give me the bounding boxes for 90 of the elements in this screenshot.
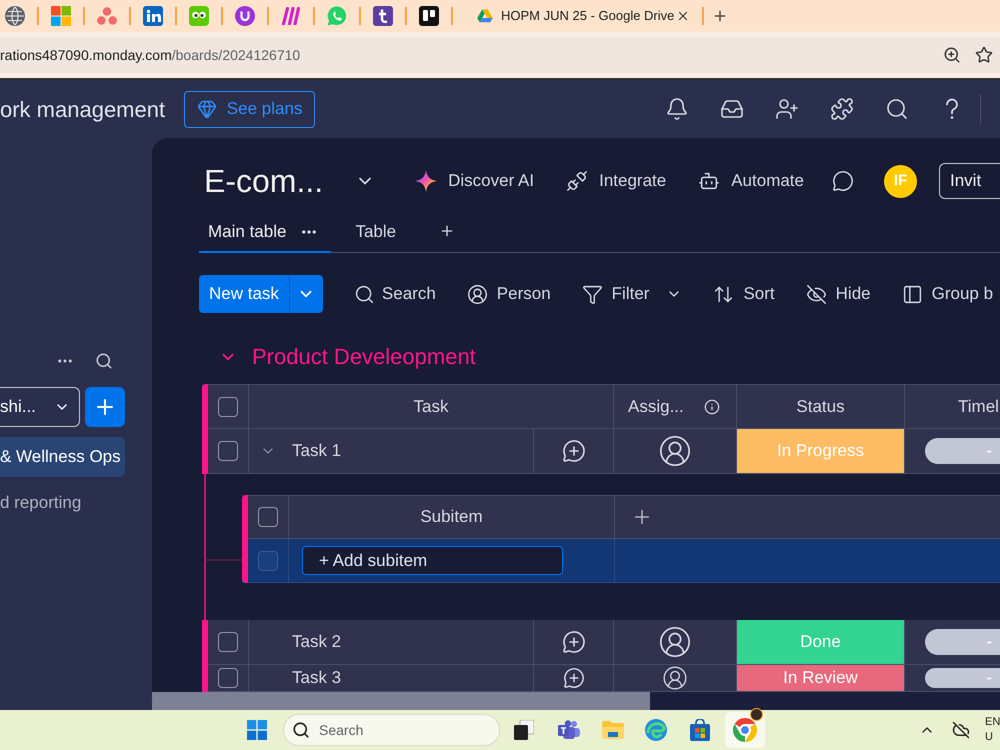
unplug-icon (566, 170, 588, 192)
column-header: Assig... (628, 396, 684, 418)
checkbox[interactable] (218, 396, 238, 416)
sidebar-item[interactable]: d reporting (0, 487, 125, 519)
search-button[interactable]: Search (354, 281, 436, 307)
column-header: Subitem (420, 506, 483, 528)
automate-button[interactable]: Automate (698, 168, 804, 194)
filter-button[interactable]: Filter (582, 281, 682, 307)
add-button[interactable] (85, 387, 125, 427)
triangle-logo-icon (477, 9, 493, 23)
search-icon (292, 721, 310, 739)
sidebar-item[interactable]: & Wellness Ops (0, 437, 125, 477)
chat-plus-icon[interactable] (562, 439, 586, 463)
globe-icon[interactable] (5, 6, 25, 26)
new-tab-icon[interactable] (712, 8, 728, 24)
four-squares-icon[interactable] (51, 6, 71, 26)
board-title[interactable]: E-com... (204, 161, 324, 201)
column-header: Status (796, 396, 845, 418)
taskbar-search-field[interactable]: Search (283, 714, 500, 746)
person-circle-icon (466, 284, 488, 304)
see-plans-button[interactable]: See plans (184, 90, 316, 128)
new-task-button[interactable]: New task (199, 275, 289, 313)
user-circle-icon[interactable] (658, 625, 692, 659)
circle-segments-icon (733, 718, 757, 742)
sparkle-icon (415, 170, 438, 192)
close-icon[interactable] (676, 9, 690, 23)
task-name[interactable]: Task 3 (292, 668, 342, 688)
view-tab[interactable]: Main table (199, 212, 332, 253)
shopping-bag-icon[interactable] (689, 719, 711, 741)
owl-face-icon[interactable] (189, 6, 209, 26)
four-panes-icon[interactable] (247, 720, 267, 740)
scrollbar-thumb[interactable] (152, 692, 650, 710)
task-name[interactable]: Task 2 (292, 632, 342, 652)
square-logo-icon[interactable] (143, 6, 163, 26)
search-icon[interactable] (885, 97, 909, 121)
help-icon[interactable] (945, 97, 959, 121)
column-header: Task (414, 396, 448, 418)
board-columns-icon[interactable] (419, 6, 439, 26)
hide-button[interactable]: Hide (806, 281, 871, 307)
language-indicator[interactable]: U (985, 730, 1000, 745)
user-circle-icon[interactable] (658, 434, 692, 468)
chat-plus-icon[interactable] (562, 667, 584, 689)
cloud-off-icon[interactable] (952, 721, 970, 739)
add-subitem-field[interactable]: + Add subitem (302, 546, 563, 575)
avatar-icon (750, 708, 763, 721)
chat-plus-icon[interactable] (562, 630, 586, 654)
search-icon[interactable] (95, 352, 113, 370)
puzzle-icon[interactable] (830, 97, 854, 121)
swirl-icon[interactable] (645, 719, 667, 741)
column-header: Timel (958, 396, 999, 418)
eye-slash-icon (806, 284, 827, 304)
slanted-strokes-icon[interactable] (281, 7, 301, 25)
tab-title: HOPM JUN 25 - Google Drive (501, 7, 674, 26)
search-icon (354, 284, 375, 304)
checkbox[interactable] (218, 668, 238, 688)
zoom-in-icon[interactable] (943, 46, 961, 64)
inbox-icon[interactable] (720, 97, 744, 121)
square-letter-icon[interactable] (373, 6, 393, 26)
language-indicator[interactable]: EN (985, 715, 1000, 730)
info-icon[interactable] (704, 398, 720, 414)
new-task-menu-button[interactable] (288, 275, 323, 313)
add-person-icon[interactable] (775, 97, 799, 121)
robot-icon (698, 170, 720, 192)
folder-icon[interactable] (602, 720, 624, 740)
workspace-select[interactable]: shi... (0, 387, 80, 427)
group-button[interactable]: Group b (902, 281, 994, 307)
discover-ai-button[interactable]: Discover AI (415, 168, 534, 194)
checkbox[interactable] (218, 632, 238, 652)
people-tile-icon[interactable] (558, 720, 580, 740)
user-circle-icon[interactable] (662, 665, 688, 691)
chat-bubble-icon[interactable] (832, 170, 854, 192)
integrate-button[interactable]: Integrate (566, 168, 666, 194)
product-name: ork management (0, 96, 166, 124)
group-title[interactable]: Product Develeopment (252, 343, 476, 371)
bell-icon[interactable] (665, 97, 689, 121)
funnel-icon (582, 284, 603, 304)
invite-button[interactable]: Invit (938, 163, 1000, 199)
circle-logo-icon[interactable] (235, 6, 255, 26)
overlapping-squares-icon[interactable] (514, 720, 534, 740)
checkbox[interactable] (258, 550, 278, 570)
sort-button[interactable]: Sort (713, 281, 775, 307)
diamond-icon (196, 99, 217, 119)
checkbox[interactable] (258, 507, 278, 527)
panel-icon (902, 284, 923, 304)
person-button[interactable]: Person (466, 281, 551, 307)
star-icon[interactable] (975, 46, 993, 64)
view-tab[interactable]: Table (342, 212, 410, 253)
checkbox[interactable] (218, 441, 238, 461)
address-field[interactable]: rations487090.monday.com/boards/2024126710 (0, 37, 1000, 73)
task-name[interactable]: Task 1 (292, 441, 342, 461)
